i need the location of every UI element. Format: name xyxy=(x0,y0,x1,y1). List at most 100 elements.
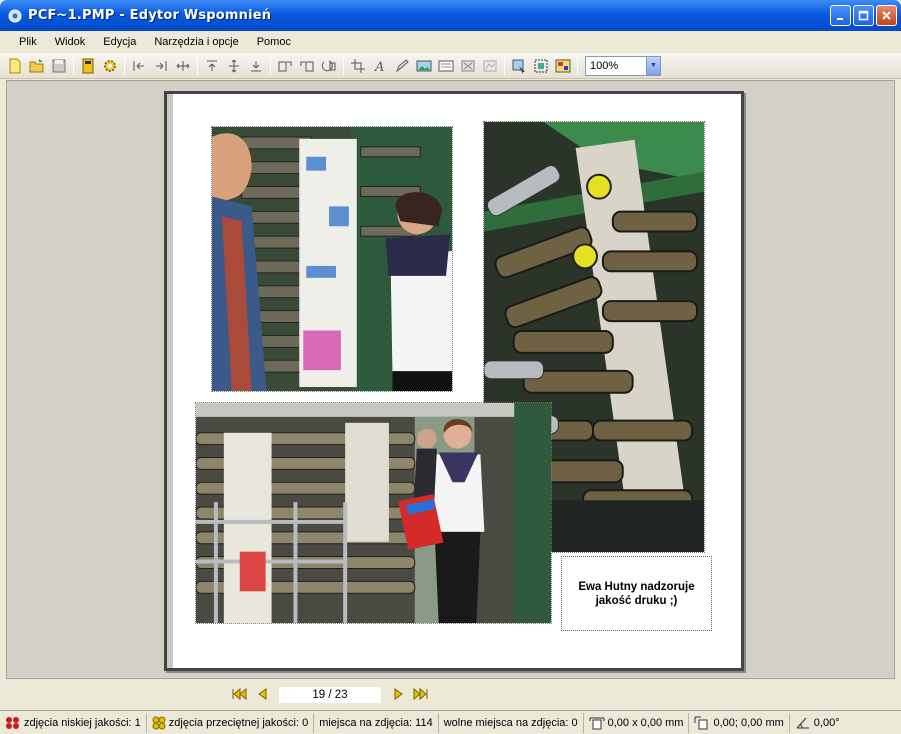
toolbar-separator xyxy=(270,56,271,75)
status-photo-slots: miejsca na zdjęcia: 114 xyxy=(314,712,439,733)
toolbar-separator xyxy=(124,56,125,75)
settings-button[interactable] xyxy=(99,55,121,77)
layout-button[interactable] xyxy=(552,55,574,77)
text-icon: A xyxy=(374,60,384,74)
first-page-button[interactable] xyxy=(231,686,249,702)
page-counter[interactable]: 19 / 23 xyxy=(279,687,381,703)
effects-button[interactable] xyxy=(479,55,501,77)
calculator-icon xyxy=(82,58,94,73)
calendar-button[interactable] xyxy=(435,55,457,77)
align-left-button[interactable] xyxy=(128,55,150,77)
center-vertical-button[interactable] xyxy=(223,55,245,77)
new-file-button[interactable] xyxy=(4,55,26,77)
crop-button[interactable] xyxy=(347,55,369,77)
layout-icon xyxy=(555,59,571,72)
size-icon xyxy=(589,716,605,730)
toolbar: A 100% ▼ xyxy=(0,53,901,79)
insert-image-button[interactable] xyxy=(413,55,435,77)
center-horizontal-button[interactable] xyxy=(172,55,194,77)
minimize-icon xyxy=(837,18,843,20)
zoom-dropdown[interactable]: 100% ▼ xyxy=(585,55,661,76)
align-right-button[interactable] xyxy=(150,55,172,77)
rotate-right-button[interactable] xyxy=(274,55,296,77)
photo-slots-text: miejsca na zdjęcia: 114 xyxy=(319,716,433,729)
svg-text:A: A xyxy=(374,60,384,74)
medium-quality-icon xyxy=(152,716,166,730)
page-navigation: 19 / 23 xyxy=(0,680,901,708)
menu-pomoc[interactable]: Pomoc xyxy=(250,36,298,48)
zoom-value: 100% xyxy=(590,59,619,72)
flip-button[interactable] xyxy=(318,55,340,77)
delete-frame-icon xyxy=(461,60,475,71)
align-bottom-button[interactable] xyxy=(245,55,267,77)
align-bottom-icon xyxy=(251,60,261,71)
menu-narzedzia[interactable]: Narzędzia i opcje xyxy=(147,36,245,48)
center-horizontal-icon xyxy=(176,60,190,71)
chevron-down-icon[interactable]: ▼ xyxy=(646,56,660,75)
align-top-button[interactable] xyxy=(201,55,223,77)
toolbar-separator xyxy=(197,56,198,75)
medium-quality-text: zdjęcia przeciętnej jakości: 0 xyxy=(168,716,309,729)
image-icon xyxy=(416,60,432,71)
delete-frame-button[interactable] xyxy=(457,55,479,77)
maximize-icon xyxy=(858,10,869,21)
toolbar-separator xyxy=(73,56,74,75)
position-icon xyxy=(694,716,710,730)
window-title: PCF~1.PMP - Edytor Wspomnień xyxy=(28,8,272,23)
edit-button[interactable] xyxy=(391,55,413,77)
title-bar[interactable]: PCF~1.PMP - Edytor Wspomnień xyxy=(0,0,901,31)
maximize-button[interactable] xyxy=(853,5,874,26)
size-text: 0,00 x 0,00 mm xyxy=(607,716,684,729)
angle-text: 0,00° xyxy=(813,716,840,729)
next-page-icon xyxy=(394,688,403,700)
rotate-left-button[interactable] xyxy=(296,55,318,77)
calendar-icon xyxy=(438,60,454,71)
toolbar-separator xyxy=(577,56,578,75)
pencil-icon xyxy=(395,58,409,72)
close-icon xyxy=(882,11,891,20)
save-icon xyxy=(52,59,66,72)
status-free-slots: wolne miejsca na zdjęcia: 0 xyxy=(439,712,584,733)
text-button[interactable]: A xyxy=(369,55,391,77)
frame-icon xyxy=(534,59,548,72)
photo-frame-1[interactable] xyxy=(211,126,453,392)
album-page: Ewa Hutny nadzoruje jakość druku ;) xyxy=(164,91,744,671)
low-quality-text: zdjęcia niskiej jakości: 1 xyxy=(24,716,141,729)
calculator-button[interactable] xyxy=(77,55,99,77)
select-button[interactable] xyxy=(508,55,530,77)
effects-icon xyxy=(483,60,497,71)
last-page-icon xyxy=(413,687,428,701)
frame-button[interactable] xyxy=(530,55,552,77)
status-angle: 0,00° xyxy=(790,713,845,733)
photo-people-at-press xyxy=(212,127,452,391)
menu-plik[interactable]: Plik xyxy=(12,36,44,48)
toolbar-separator xyxy=(343,56,344,75)
rotate-left-icon xyxy=(300,61,314,71)
workspace: Ewa Hutny nadzoruje jakość druku ;) xyxy=(6,80,895,679)
photo-woman-with-newspaper xyxy=(196,403,551,623)
menu-widok[interactable]: Widok xyxy=(48,36,93,48)
position-text: 0,00; 0,00 mm xyxy=(713,716,784,729)
close-button[interactable] xyxy=(876,5,897,26)
last-page-button[interactable] xyxy=(411,686,429,702)
crop-icon xyxy=(351,58,365,73)
photo-frame-3[interactable] xyxy=(195,402,552,624)
page-margin-strip xyxy=(167,94,173,668)
status-bar: zdjęcia niskiej jakości: 1 zdjęcia przec… xyxy=(0,710,901,734)
app-icon xyxy=(8,9,22,23)
previous-page-button[interactable] xyxy=(254,686,272,702)
angle-icon xyxy=(795,716,811,730)
previous-page-icon xyxy=(258,688,267,700)
rotate-right-icon xyxy=(278,61,292,71)
status-position: 0,00; 0,00 mm xyxy=(689,712,790,733)
caption-textbox[interactable]: Ewa Hutny nadzoruje jakość druku ;) xyxy=(561,556,712,631)
minimize-button[interactable] xyxy=(830,5,851,26)
menu-edycja[interactable]: Edycja xyxy=(96,36,143,48)
first-page-icon xyxy=(232,687,247,701)
low-quality-icon xyxy=(5,716,21,730)
center-vertical-icon xyxy=(229,59,239,72)
gear-icon xyxy=(104,59,116,72)
save-button[interactable] xyxy=(48,55,70,77)
next-page-button[interactable] xyxy=(389,686,407,702)
open-file-button[interactable] xyxy=(26,55,48,77)
